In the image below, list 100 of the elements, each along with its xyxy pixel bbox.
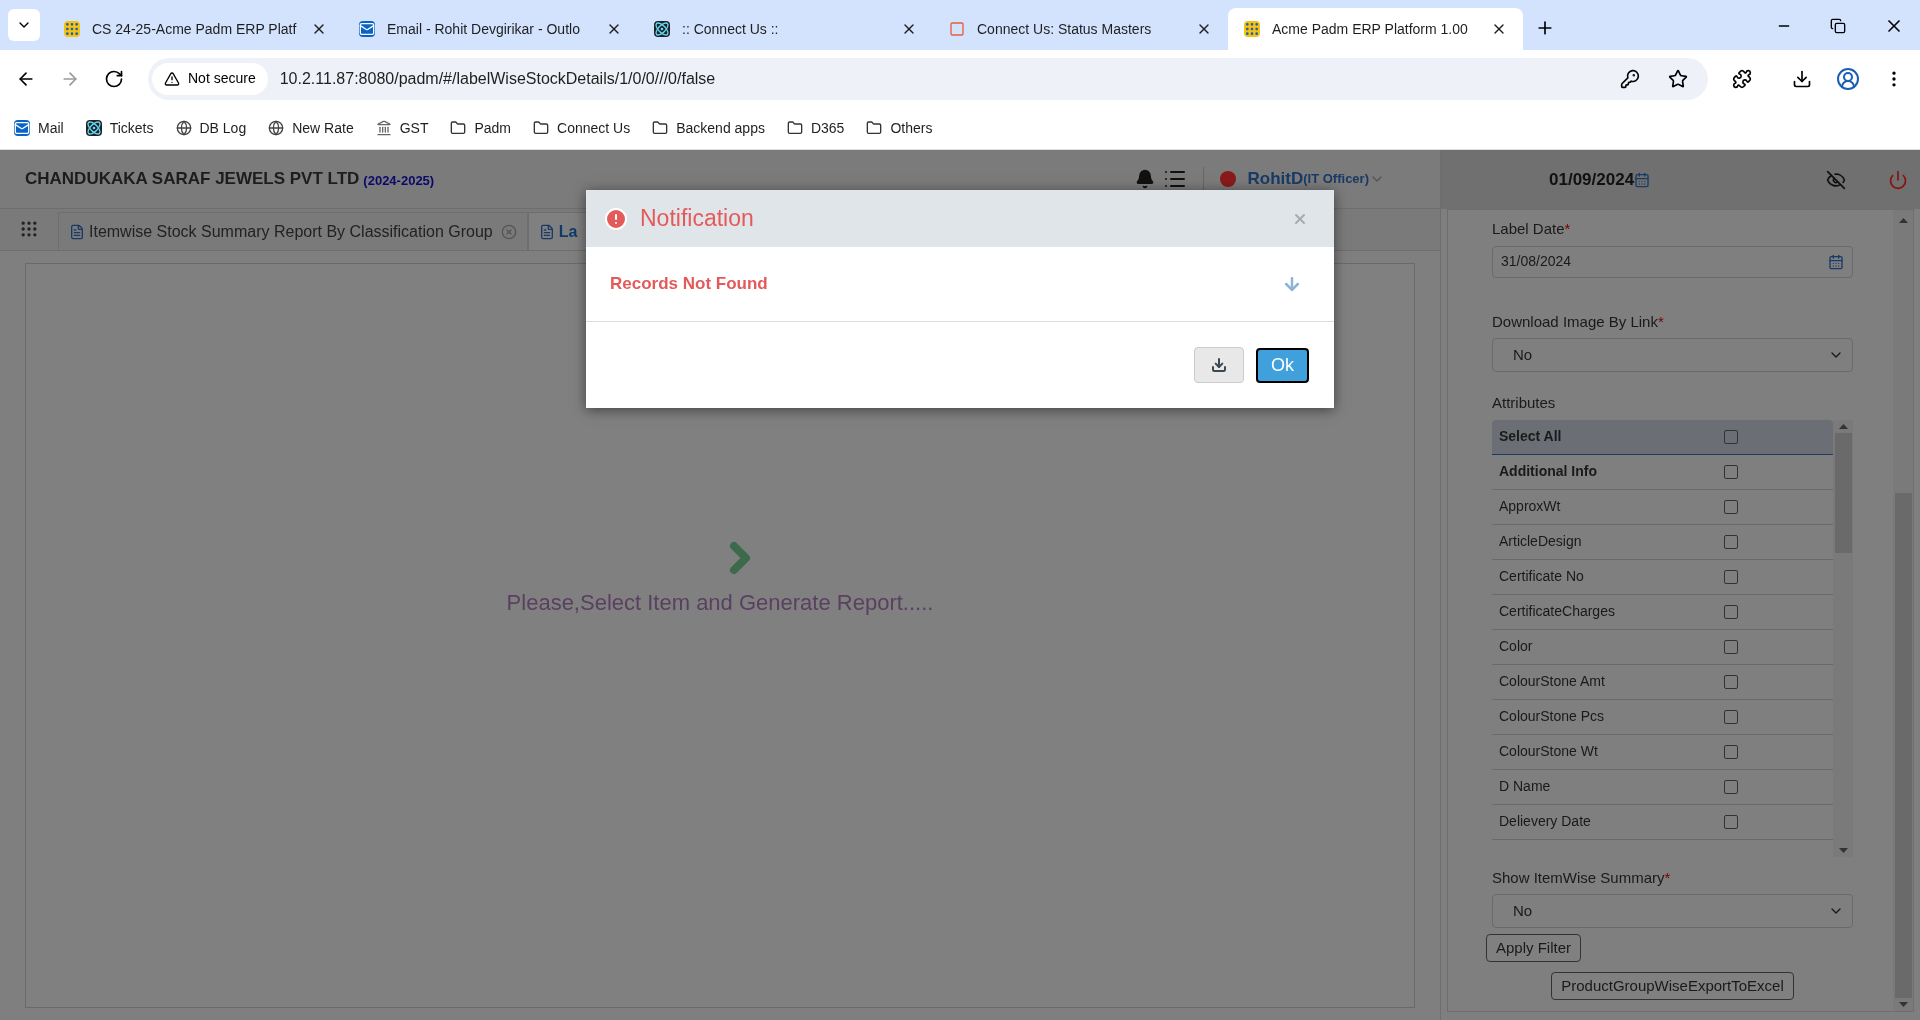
- apps-grid-icon[interactable]: [19, 219, 39, 239]
- reload-icon[interactable]: [104, 68, 124, 89]
- checkbox[interactable]: [1724, 744, 1738, 759]
- bookmark[interactable]: Others: [866, 117, 933, 139]
- list-header-row[interactable]: Select All: [1492, 419, 1833, 455]
- bookmark[interactable]: New Rate: [268, 117, 354, 139]
- attribute-label: Delievery Date: [1499, 812, 1592, 831]
- attribute-label: Additional Info: [1499, 462, 1598, 481]
- security-label: Not secure: [188, 69, 256, 88]
- attribute-row[interactable]: Color: [1492, 629, 1833, 665]
- financial-year: (2024-2025): [363, 172, 435, 191]
- address-bar[interactable]: Not secure 10.2.11.87:8080/padm/#/labelWiseStockDetails/1/0/0///0/false: [148, 57, 1708, 100]
- grid-favicon-icon: [64, 21, 80, 37]
- checkbox[interactable]: [1724, 534, 1738, 549]
- user-role: (IT Officer): [1303, 170, 1369, 189]
- attribute-row[interactable]: ApproxWt: [1492, 489, 1833, 525]
- checkbox[interactable]: [1724, 464, 1738, 479]
- tab-title: Connect Us: Status Masters: [977, 19, 1153, 39]
- attribute-row[interactable]: CertificateCharges: [1492, 594, 1833, 630]
- company-name: CHANDUKAKA SARAF JEWELS PVT LTD: [25, 168, 360, 191]
- attribute-label: Certificate No: [1499, 567, 1585, 586]
- bookmark[interactable]: Padm: [450, 117, 512, 139]
- checkbox[interactable]: [1724, 499, 1738, 514]
- checkbox[interactable]: [1724, 674, 1738, 689]
- empty-state-message: Please,Select Item and Generate Report.....: [506, 589, 934, 617]
- scroll-up-icon[interactable]: [1898, 218, 1908, 223]
- checkbox[interactable]: [1724, 709, 1738, 724]
- browser-tab[interactable]: Connect Us: Status Masters: [933, 8, 1228, 50]
- panel-scrollbar[interactable]: [1893, 210, 1913, 1011]
- restore-icon[interactable]: [1830, 18, 1846, 34]
- folder-icon: [652, 120, 669, 136]
- dialog-message: Records Not Found: [610, 273, 769, 296]
- attribute-row[interactable]: ColourStone Wt: [1492, 734, 1833, 770]
- required-mark: *: [1664, 867, 1671, 888]
- security-chip[interactable]: Not secure: [152, 62, 268, 95]
- download-image-select[interactable]: No: [1492, 338, 1853, 372]
- browser-tab[interactable]: Email - Rohit Devgirikar - Outlo: [343, 8, 638, 50]
- dialog-title: Notification: [640, 204, 755, 234]
- mail-icon: [359, 21, 375, 37]
- bell-icon[interactable]: [1134, 169, 1155, 189]
- browser-tab[interactable]: CS 24-25-Acme Padm ERP Platf: [48, 8, 343, 50]
- attribute-label: Select All: [1499, 427, 1563, 446]
- scroll-down-icon[interactable]: [1898, 1002, 1908, 1007]
- tab-label: Itemwise Stock Summary Report By Classification Group: [89, 221, 493, 242]
- attribute-row[interactable]: Certificate No: [1492, 559, 1833, 595]
- bookmark[interactable]: Connect Us: [533, 117, 631, 139]
- checkbox[interactable]: [1724, 569, 1738, 584]
- download-icon[interactable]: [1792, 68, 1812, 89]
- scroll-down-icon[interactable]: [1838, 847, 1848, 853]
- atom-icon: [654, 21, 670, 37]
- report-tab[interactable]: La: [527, 212, 589, 250]
- ok-button[interactable]: Ok: [1256, 347, 1309, 383]
- attribute-row[interactable]: ColourStone Amt: [1492, 664, 1833, 700]
- attribute-row[interactable]: Additional Info: [1492, 454, 1833, 490]
- scrollbar-thumb[interactable]: [1834, 432, 1852, 553]
- attribute-label: D Name: [1499, 777, 1552, 796]
- star-icon[interactable]: [1668, 68, 1688, 89]
- list-scrollbar[interactable]: [1833, 419, 1853, 857]
- report-tab[interactable]: Itemwise Stock Summary Report By Classification Group: [58, 212, 528, 250]
- browser-tab[interactable]: Acme Padm ERP Platform 1.00: [1228, 8, 1523, 50]
- date-field[interactable]: 31/08/2024: [1492, 245, 1853, 278]
- attribute-row[interactable]: D Name: [1492, 769, 1833, 805]
- bookmark[interactable]: Tickets: [85, 117, 154, 139]
- user-name[interactable]: RohitD: [1247, 166, 1304, 192]
- attribute-row[interactable]: Delievery Date: [1492, 804, 1833, 840]
- apply-filter-button[interactable]: Apply Filter: [1486, 934, 1582, 962]
- arrow-down-icon: [1282, 274, 1302, 294]
- bookmark[interactable]: Backend apps: [652, 117, 765, 139]
- key-icon[interactable]: [1620, 68, 1640, 89]
- tab-list-button[interactable]: [8, 9, 40, 41]
- tab-title: Acme Padm ERP Platform 1.00: [1272, 19, 1469, 39]
- grid-favicon-icon: [1244, 21, 1260, 37]
- globe-icon: [268, 120, 285, 136]
- bookmark[interactable]: GST: [375, 117, 429, 139]
- download-button[interactable]: [1194, 347, 1244, 383]
- checkbox[interactable]: [1724, 604, 1738, 619]
- folder-icon: [450, 120, 467, 136]
- scroll-up-icon[interactable]: [1838, 423, 1848, 429]
- checkbox[interactable]: [1724, 814, 1738, 829]
- browser-tab[interactable]: :: Connect Us ::: [638, 8, 933, 50]
- attribute-row[interactable]: ColourStone Pcs: [1492, 699, 1833, 735]
- checkbox[interactable]: [1724, 779, 1738, 794]
- field-label: Download Image By Link: [1492, 311, 1658, 332]
- bookmark[interactable]: DB Log: [175, 117, 247, 139]
- eye-off-icon[interactable]: [1826, 169, 1846, 190]
- profile-icon[interactable]: [1836, 66, 1860, 91]
- extensions-icon[interactable]: [1732, 68, 1752, 89]
- url-text: 10.2.11.87:8080/padm/#/labelWiseStockDetails/1/0/0///0/false: [279, 68, 717, 89]
- calendar-icon[interactable]: [1634, 171, 1651, 188]
- bookmark[interactable]: D365: [786, 117, 845, 139]
- export-button[interactable]: ProductGroupWiseExportToExcel: [1551, 972, 1794, 1000]
- checkbox[interactable]: [1724, 429, 1738, 444]
- required-mark: *: [1657, 311, 1664, 332]
- attribute-row[interactable]: ArticleDesign: [1492, 524, 1833, 560]
- checkbox[interactable]: [1724, 639, 1738, 654]
- bookmark[interactable]: Mail: [14, 117, 64, 139]
- power-icon[interactable]: [1888, 169, 1908, 190]
- alert-icon: [604, 206, 628, 231]
- tab-title: CS 24-25-Acme Padm ERP Platf: [92, 19, 298, 39]
- summary-select[interactable]: No: [1492, 894, 1853, 928]
